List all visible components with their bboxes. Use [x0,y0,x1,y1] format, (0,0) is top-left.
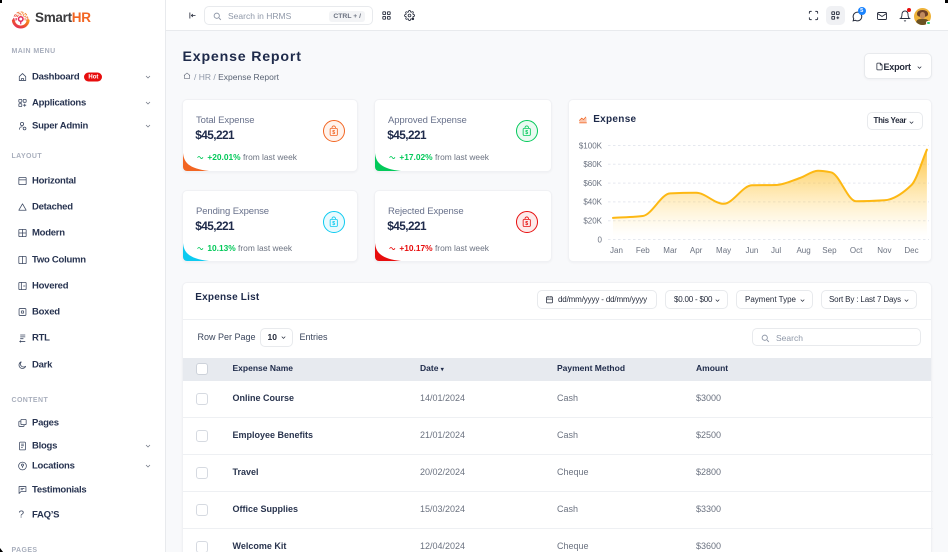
svg-text:$60K: $60K [583,179,602,188]
svg-text:$80K: $80K [583,160,602,169]
svg-text:Oct: Oct [850,246,863,255]
svg-text:Apr: Apr [690,246,703,255]
svg-text:Nov: Nov [877,246,891,255]
svg-text:Jun: Jun [745,246,758,255]
svg-text:Jan: Jan [610,246,623,255]
svg-text:Sep: Sep [822,246,837,255]
svg-text:0: 0 [598,235,603,244]
svg-text:Mar: Mar [663,246,677,255]
svg-text:$: $ [332,221,335,227]
svg-text:$20K: $20K [583,217,602,226]
svg-text:Dec: Dec [904,246,918,255]
svg-text:$: $ [526,130,529,136]
svg-text:Jul: Jul [771,246,781,255]
svg-text:$: $ [332,130,335,136]
svg-text:May: May [716,246,731,255]
svg-text:$: $ [526,221,529,227]
svg-text:Feb: Feb [636,246,650,255]
svg-text:$40K: $40K [583,198,602,207]
svg-text:$100K: $100K [579,141,603,150]
svg-text:Aug: Aug [796,246,810,255]
